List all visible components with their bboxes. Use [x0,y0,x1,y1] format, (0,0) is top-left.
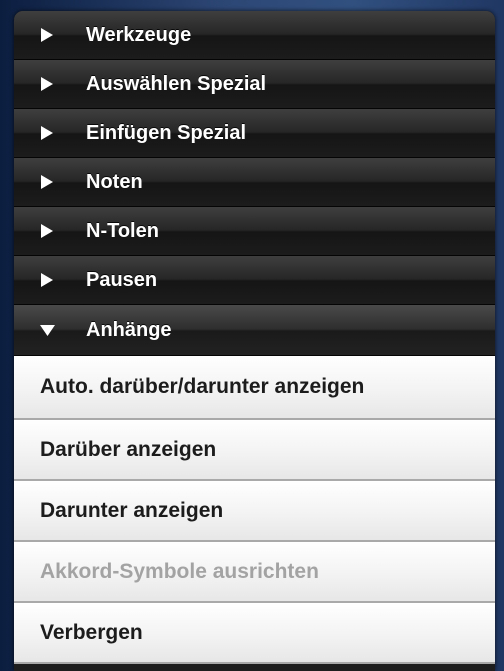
menu-item-auto-above-below[interactable]: Auto. darüber/darunter anzeigen [14,356,495,420]
menu-panel: Werkzeuge Auswählen Spezial Einfügen Spe… [14,11,495,671]
section-label: Auswählen Spezial [86,72,267,95]
section-anhaenge[interactable]: Anhänge [14,305,495,356]
section-werkzeuge[interactable]: Werkzeuge [14,11,495,60]
section-noten[interactable]: Noten [14,158,495,207]
section-pausen[interactable]: Pausen [14,256,495,305]
anhaenge-menu-list: Auto. darüber/darunter anzeigen Darüber … [14,356,495,664]
menu-item-show-above[interactable]: Darüber anzeigen [14,420,495,481]
triangle-right-icon [38,175,56,189]
triangle-right-icon [38,126,56,140]
section-n-tolen[interactable]: N-Tolen [14,207,495,256]
section-auswaehlen-spezial[interactable]: Auswählen Spezial [14,60,495,109]
section-einfuegen-spezial[interactable]: Einfügen Spezial [14,109,495,158]
triangle-down-icon [38,324,56,336]
section-label: Einfügen Spezial [86,121,247,144]
triangle-right-icon [38,273,56,287]
section-label: Werkzeuge [86,23,192,46]
section-label: N-Tolen [86,219,159,242]
section-label: Pausen [86,268,158,291]
triangle-right-icon [38,224,56,238]
menu-item-align-chord-symbols: Akkord-Symbole ausrichten [14,542,495,603]
menu-item-show-below[interactable]: Darunter anzeigen [14,481,495,542]
menu-item-hide[interactable]: Verbergen [14,603,495,664]
section-label: Noten [86,170,143,193]
triangle-right-icon [38,28,56,42]
section-label: Anhänge [86,318,172,341]
triangle-right-icon [38,77,56,91]
